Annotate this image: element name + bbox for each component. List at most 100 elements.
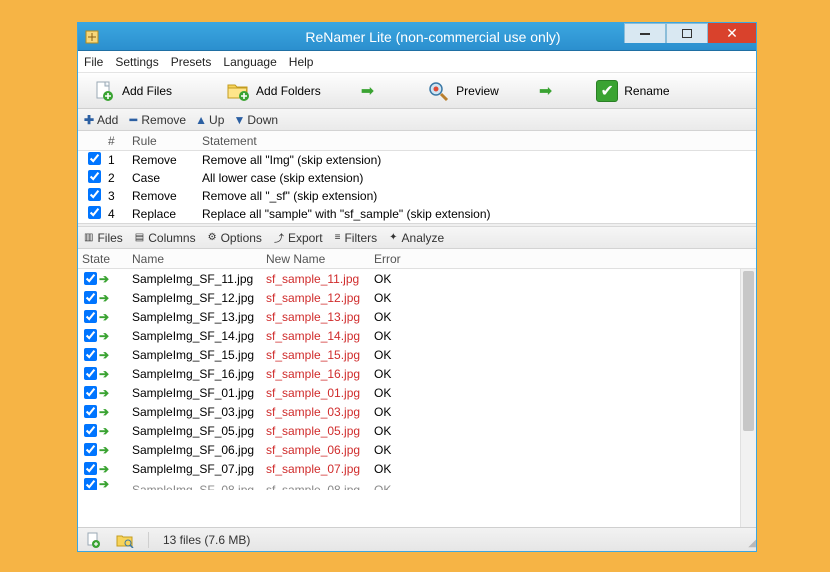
- menu-file[interactable]: File: [84, 55, 103, 69]
- rule-checkbox[interactable]: [78, 170, 104, 186]
- file-name: SampleImg_SF_07.jpg: [128, 462, 262, 476]
- file-row[interactable]: ➔SampleImg_SF_03.jpgsf_sample_03.jpgOK: [78, 402, 756, 421]
- minimize-button[interactable]: [624, 23, 666, 43]
- arrow-right-icon: ➔: [99, 348, 109, 362]
- rules-list: 1RemoveRemove all "Img" (skip extension)…: [78, 151, 756, 223]
- file-name: SampleImg_SF_16.jpg: [128, 367, 262, 381]
- main-toolbar: Add Files Add Folders ➡ Preview ➡ ✔ Rena…: [78, 73, 756, 109]
- status-file-add-icon[interactable]: [84, 531, 102, 549]
- rename-button[interactable]: ✔ Rename: [590, 78, 675, 104]
- vertical-scrollbar[interactable]: [740, 269, 756, 527]
- file-checkbox[interactable]: [84, 405, 97, 418]
- file-state[interactable]: ➔: [78, 443, 128, 457]
- file-checkbox[interactable]: [84, 291, 97, 304]
- file-row[interactable]: ➔SampleImg_SF_12.jpgsf_sample_12.jpgOK: [78, 288, 756, 307]
- files-col-state[interactable]: State: [78, 252, 128, 266]
- rule-row[interactable]: 1RemoveRemove all "Img" (skip extension): [78, 151, 756, 169]
- status-text: 13 files (7.6 MB): [163, 533, 250, 547]
- file-state[interactable]: ➔: [78, 348, 128, 362]
- file-row[interactable]: ➔SampleImg_SF_01.jpgsf_sample_01.jpgOK: [78, 383, 756, 402]
- file-state[interactable]: ➔: [78, 405, 128, 419]
- columns-btn[interactable]: ▤Columns: [135, 231, 196, 245]
- files-col-newname[interactable]: New Name: [262, 252, 370, 266]
- rule-checkbox[interactable]: [78, 206, 104, 222]
- menu-help[interactable]: Help: [289, 55, 314, 69]
- file-state[interactable]: ➔: [78, 291, 128, 305]
- file-checkbox[interactable]: [84, 367, 97, 380]
- file-state[interactable]: ➔: [78, 272, 128, 286]
- files-btn[interactable]: ▥Files: [84, 231, 123, 245]
- files-header: State Name New Name Error: [78, 249, 756, 269]
- rule-checkbox[interactable]: [78, 152, 104, 168]
- add-files-button[interactable]: Add Files: [86, 77, 178, 105]
- file-new-name: sf_sample_01.jpg: [262, 386, 370, 400]
- file-checkbox[interactable]: [84, 478, 97, 490]
- analyze-btn[interactable]: ✦Analyze: [389, 231, 444, 245]
- rule-statement: Remove all "Img" (skip extension): [198, 153, 756, 167]
- scrollbar-thumb[interactable]: [743, 271, 754, 431]
- file-checkbox[interactable]: [84, 272, 97, 285]
- arrow-up-icon: ▲: [196, 115, 206, 125]
- status-folder-search-icon[interactable]: [116, 531, 134, 549]
- file-state[interactable]: ➔: [78, 329, 128, 343]
- file-row[interactable]: ➔SampleImg_SF_08.jpgsf_sample_08.jpgOK: [78, 478, 756, 490]
- file-new-name: sf_sample_08.jpg: [262, 483, 370, 490]
- files-col-error[interactable]: Error: [370, 252, 430, 266]
- rules-header: # Rule Statement: [78, 131, 756, 151]
- file-row[interactable]: ➔SampleImg_SF_14.jpgsf_sample_14.jpgOK: [78, 326, 756, 345]
- maximize-button[interactable]: [666, 23, 708, 43]
- file-row[interactable]: ➔SampleImg_SF_05.jpgsf_sample_05.jpgOK: [78, 421, 756, 440]
- file-state[interactable]: ➔: [78, 462, 128, 476]
- file-row[interactable]: ➔SampleImg_SF_15.jpgsf_sample_15.jpgOK: [78, 345, 756, 364]
- rules-col-num[interactable]: #: [104, 134, 128, 148]
- file-name: SampleImg_SF_05.jpg: [128, 424, 262, 438]
- file-row[interactable]: ➔SampleImg_SF_11.jpgsf_sample_11.jpgOK: [78, 269, 756, 288]
- file-checkbox[interactable]: [84, 329, 97, 342]
- rule-up-button[interactable]: ▲Up: [196, 113, 224, 127]
- close-button[interactable]: ✕: [708, 23, 756, 43]
- rule-checkbox[interactable]: [78, 188, 104, 204]
- file-checkbox[interactable]: [84, 462, 97, 475]
- file-name: SampleImg_SF_14.jpg: [128, 329, 262, 343]
- menu-presets[interactable]: Presets: [171, 55, 212, 69]
- file-state[interactable]: ➔: [78, 478, 128, 490]
- file-name: SampleImg_SF_08.jpg: [128, 483, 262, 490]
- rules-col-rule[interactable]: Rule: [128, 134, 198, 148]
- rule-type: Remove: [128, 189, 198, 203]
- file-checkbox[interactable]: [84, 386, 97, 399]
- file-row[interactable]: ➔SampleImg_SF_16.jpgsf_sample_16.jpgOK: [78, 364, 756, 383]
- rules-col-statement[interactable]: Statement: [198, 134, 756, 148]
- rule-remove-button[interactable]: ━Remove: [128, 113, 186, 127]
- rule-row[interactable]: 4ReplaceReplace all "sample" with "sf_sa…: [78, 205, 756, 223]
- rule-down-button[interactable]: ▼Down: [234, 113, 278, 127]
- file-row[interactable]: ➔SampleImg_SF_13.jpgsf_sample_13.jpgOK: [78, 307, 756, 326]
- file-checkbox[interactable]: [84, 310, 97, 323]
- preview-button[interactable]: Preview: [420, 77, 505, 105]
- file-checkbox[interactable]: [84, 424, 97, 437]
- file-name: SampleImg_SF_12.jpg: [128, 291, 262, 305]
- filters-btn[interactable]: ≡Filters: [335, 231, 378, 245]
- file-row[interactable]: ➔SampleImg_SF_07.jpgsf_sample_07.jpgOK: [78, 459, 756, 478]
- file-state[interactable]: ➔: [78, 310, 128, 324]
- file-checkbox[interactable]: [84, 348, 97, 361]
- file-state[interactable]: ➔: [78, 424, 128, 438]
- arrow-right-icon: ➔: [99, 405, 109, 419]
- add-folders-button[interactable]: Add Folders: [220, 77, 327, 105]
- rule-row[interactable]: 2CaseAll lower case (skip extension): [78, 169, 756, 187]
- rule-add-button[interactable]: ✚Add: [84, 113, 118, 127]
- menu-settings[interactable]: Settings: [115, 55, 158, 69]
- files-col-name[interactable]: Name: [128, 252, 262, 266]
- file-new-name: sf_sample_11.jpg: [262, 272, 370, 286]
- rule-number: 3: [104, 189, 128, 203]
- file-state[interactable]: ➔: [78, 386, 128, 400]
- file-checkbox[interactable]: [84, 443, 97, 456]
- resize-grip[interactable]: ◢: [748, 538, 753, 549]
- columns-icon: ▤: [135, 232, 144, 243]
- menu-language[interactable]: Language: [223, 55, 276, 69]
- options-btn[interactable]: ⚙Options: [208, 231, 262, 245]
- file-state[interactable]: ➔: [78, 367, 128, 381]
- export-btn[interactable]: ⤴Export: [274, 230, 323, 245]
- file-row[interactable]: ➔SampleImg_SF_06.jpgsf_sample_06.jpgOK: [78, 440, 756, 459]
- rule-row[interactable]: 3RemoveRemove all "_sf" (skip extension): [78, 187, 756, 205]
- status-bar: 13 files (7.6 MB) ◢: [78, 527, 756, 551]
